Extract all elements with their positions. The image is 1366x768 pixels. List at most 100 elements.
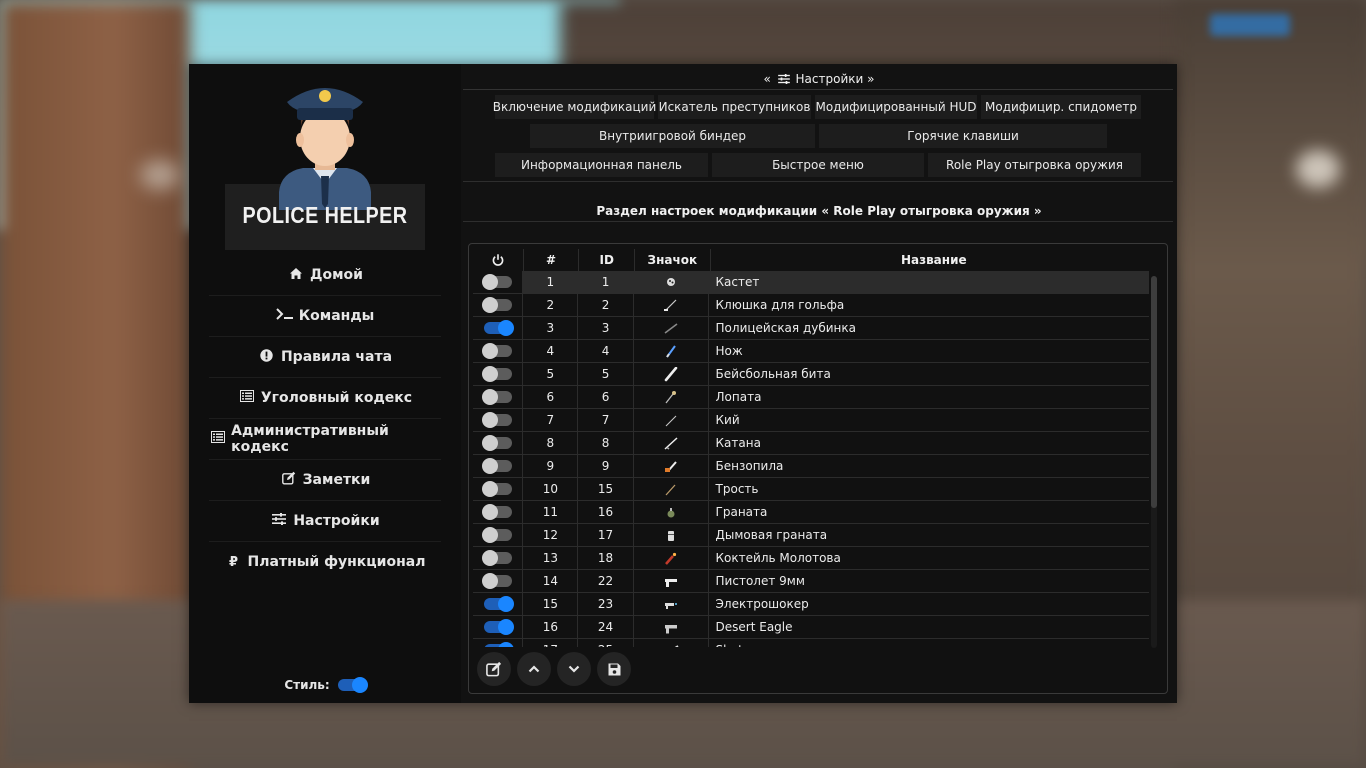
chainsaw-icon: [664, 460, 677, 472]
move-up-button[interactable]: [517, 652, 551, 686]
enable-toggle[interactable]: [483, 619, 514, 635]
weapon-icon-cell: [634, 340, 709, 362]
enable-toggle[interactable]: [481, 297, 512, 313]
nav-item-commands[interactable]: Команды: [209, 296, 441, 337]
row-id: 5: [578, 363, 634, 385]
style-toggle[interactable]: [337, 677, 368, 693]
row-number: 9: [523, 455, 579, 477]
table-row[interactable]: 1725 Shotgun: [473, 639, 1149, 647]
enable-toggle[interactable]: [481, 550, 512, 566]
tab-quick-menu[interactable]: Быстрое меню: [712, 153, 924, 177]
divider: [463, 89, 1173, 90]
enable-toggle[interactable]: [481, 504, 512, 520]
nav-item-paid-features[interactable]: ₽ Платный функционал: [209, 542, 441, 582]
table-row[interactable]: 3 3 Полицейская дубинка: [473, 317, 1149, 340]
col-icon-header: Значок: [635, 249, 711, 271]
chevron-down-icon: [568, 665, 580, 673]
table-row[interactable]: 12 17 Дымовая граната: [473, 524, 1149, 547]
table-row[interactable]: 4 4 Нож: [473, 340, 1149, 363]
table-row[interactable]: 1 1 Кастет: [473, 271, 1149, 294]
sliders-icon: [777, 73, 790, 87]
list-icon: [238, 390, 256, 406]
table-row[interactable]: 14 22 Пистолет 9мм: [473, 570, 1149, 593]
divider: [463, 221, 1173, 222]
nav-item-chat-rules[interactable]: Правила чата: [209, 337, 441, 378]
divider: [463, 181, 1173, 182]
tab-rp-weapons[interactable]: Role Play отыгровка оружия: [928, 153, 1141, 177]
weapon-name: Клюшка для гольфа: [715, 298, 845, 312]
edit-button[interactable]: [477, 652, 511, 686]
row-id: 25: [578, 639, 634, 647]
terminal-icon: [275, 308, 294, 324]
move-down-button[interactable]: [557, 652, 591, 686]
row-number: 5: [523, 363, 579, 385]
nav-item-criminal-code[interactable]: Уголовный кодекс: [209, 378, 441, 419]
table-row[interactable]: 8 8 Катана: [473, 432, 1149, 455]
shovel-icon: [665, 390, 676, 403]
table-row[interactable]: 16 24 Desert Eagle: [473, 616, 1149, 639]
table-row[interactable]: 13 18 Коктейль Молотова: [473, 547, 1149, 570]
weapon-icon-cell: [634, 639, 709, 647]
tab-modified-hud[interactable]: Модифицированный HUD: [815, 95, 977, 119]
police-officer-logo: [279, 88, 371, 210]
scroll-thumb[interactable]: [1151, 276, 1157, 508]
enable-toggle[interactable]: [481, 481, 512, 497]
enable-toggle[interactable]: [481, 435, 512, 451]
row-id: 4: [578, 340, 634, 362]
tab-speedometer[interactable]: Модифицир. спидометр: [981, 95, 1141, 119]
weapon-icon-cell: [634, 317, 709, 339]
tab-binder[interactable]: Внутриигровой биндер: [530, 124, 815, 148]
weapon-icon-cell: [634, 409, 709, 431]
enable-toggle[interactable]: [481, 366, 512, 382]
row-toggle-cell: [473, 340, 524, 362]
prev-arrow[interactable]: «: [764, 72, 771, 86]
enable-toggle[interactable]: [481, 389, 512, 405]
enable-toggle[interactable]: [483, 320, 514, 336]
enable-toggle[interactable]: [481, 274, 512, 290]
table-scrollbar[interactable]: [1151, 276, 1157, 648]
row-id: 24: [578, 616, 634, 638]
row-id: 1: [578, 271, 634, 293]
enable-toggle[interactable]: [481, 343, 512, 359]
enable-toggle[interactable]: [481, 458, 512, 474]
row-id: 8: [578, 432, 634, 454]
pool-cue-icon: [665, 415, 676, 426]
next-arrow[interactable]: »: [867, 72, 874, 86]
enable-toggle[interactable]: [483, 596, 514, 612]
save-icon: [608, 663, 620, 675]
tab-criminal-finder[interactable]: Искатель преступников: [658, 95, 811, 119]
enable-toggle[interactable]: [481, 573, 512, 589]
nav-item-notes[interactable]: Заметки: [209, 460, 441, 501]
nav-item-settings[interactable]: Настройки: [209, 501, 441, 542]
row-toggle-cell: [473, 455, 524, 477]
table-row[interactable]: 7 7 Кий: [473, 409, 1149, 432]
nightstick-icon: [664, 322, 678, 334]
taser-icon: [664, 602, 677, 609]
weapon-name: Лопата: [715, 390, 762, 404]
table-row[interactable]: 9 9 Бензопила: [473, 455, 1149, 478]
weapon-name: Трость: [715, 482, 759, 496]
nav-item-admin-code[interactable]: Административный кодекс: [209, 419, 441, 460]
enable-toggle[interactable]: [481, 527, 512, 543]
table-row[interactable]: 6 6 Лопата: [473, 386, 1149, 409]
table-row[interactable]: 2 2 Клюшка для гольфа: [473, 294, 1149, 317]
save-button[interactable]: [597, 652, 631, 686]
table-row[interactable]: 11 16 Граната: [473, 501, 1149, 524]
enable-toggle[interactable]: [481, 412, 512, 428]
tab-hotkeys[interactable]: Горячие клавиши: [819, 124, 1107, 148]
weapons-panel: # ID Значок Название 1 1 Кастет 2 2 Клюшка дл…: [468, 243, 1168, 694]
table-row[interactable]: 15 23 Электрошокер: [473, 593, 1149, 616]
row-number: 3: [523, 317, 579, 339]
table-row[interactable]: 5 5 Бейсбольная бита: [473, 363, 1149, 386]
nav-item-home[interactable]: Домой: [209, 255, 441, 296]
enable-toggle[interactable]: [483, 642, 514, 647]
ruble-icon: ₽: [229, 554, 239, 570]
row-id: 6: [578, 386, 634, 408]
tab-enable-mods[interactable]: Включение модификаций: [493, 95, 656, 119]
cane-icon: [665, 484, 676, 495]
table-row[interactable]: 10 15 Трость: [473, 478, 1149, 501]
tab-info-panel[interactable]: Информационная панель: [495, 153, 708, 177]
row-number: 14: [523, 570, 579, 592]
row-toggle-cell: [473, 386, 524, 408]
page-title: « Настройки »: [461, 72, 1177, 87]
